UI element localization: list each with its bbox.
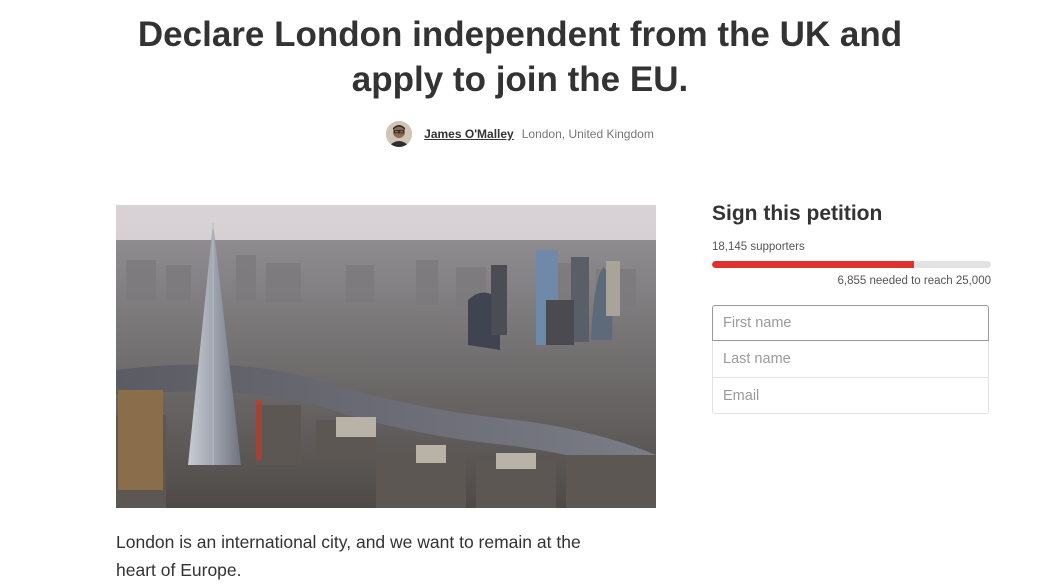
progress-fill <box>712 261 915 268</box>
email-input[interactable] <box>712 378 989 414</box>
description-line2: heart of Europe. <box>116 560 242 580</box>
hero-image <box>116 205 656 508</box>
author-location: London, United Kingdom <box>521 127 654 141</box>
london-skyline-image <box>116 205 656 508</box>
user-avatar-icon <box>386 121 413 147</box>
author-row: James O'Malley London, United Kingdom <box>0 121 1040 147</box>
author-name-link[interactable]: James O'Malley <box>424 127 514 141</box>
petition-description: London is an international city, and we … <box>116 528 636 584</box>
progress-bar <box>712 261 991 268</box>
description-line1: London is an international city, and we … <box>116 532 581 552</box>
avatar[interactable] <box>386 121 413 147</box>
first-name-input[interactable] <box>712 305 989 341</box>
last-name-input[interactable] <box>712 341 989 378</box>
needed-count: 6,855 needed to reach 25,000 <box>837 275 991 287</box>
petition-title: Declare London independent from the UK a… <box>0 12 1040 102</box>
supporters-count: 18,145 supporters <box>712 241 805 253</box>
petition-title-line1: Declare London independent from the UK a… <box>137 15 903 54</box>
sign-heading: Sign this petition <box>712 202 883 225</box>
petition-title-line2: apply to join the EU. <box>351 60 689 99</box>
